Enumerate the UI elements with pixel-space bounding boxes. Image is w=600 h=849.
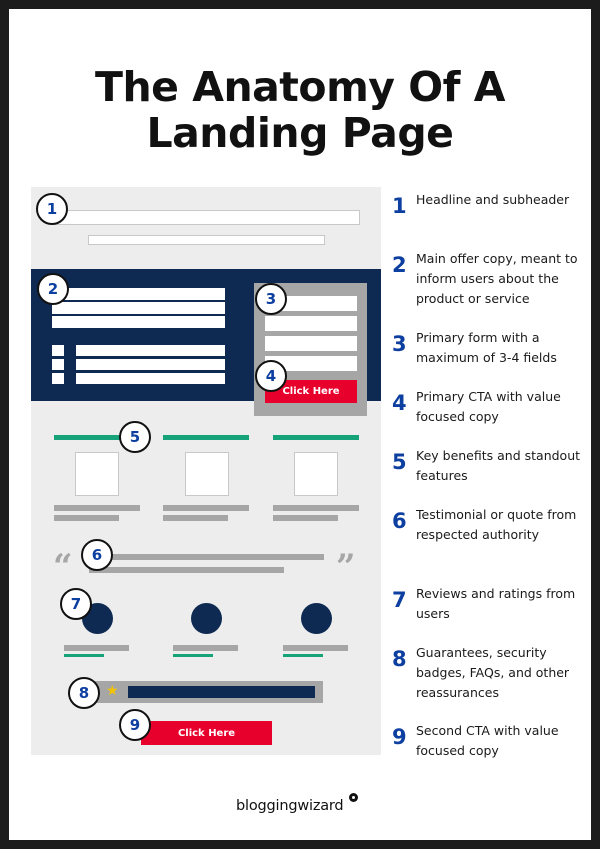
feature-image (75, 452, 119, 496)
review-rating-bar (64, 654, 104, 657)
legend-text: Main offer copy, meant to inform users a… (416, 251, 578, 306)
star-icon: ★ (106, 683, 119, 699)
bullet-box (52, 359, 64, 370)
legend-number: 1 (392, 194, 407, 218)
reviewer-avatar (191, 603, 222, 634)
testimonial-line (89, 554, 324, 560)
bullet-line (76, 359, 225, 370)
secondary-cta-button[interactable]: Click Here (141, 721, 272, 745)
close-quote-icon: ” (336, 547, 356, 587)
infographic-title: The Anatomy Of A Landing Page (0, 64, 600, 156)
marker-7: 7 (60, 588, 92, 620)
feature-text-line (54, 505, 140, 511)
bullet-line (76, 345, 225, 356)
legend-number: 2 (392, 253, 407, 277)
feature-image (185, 452, 229, 496)
feature-text-line (54, 515, 119, 521)
legend-number: 7 (392, 588, 407, 612)
review-rating-bar (173, 654, 213, 657)
testimonial-line (89, 567, 284, 573)
form-field[interactable] (265, 316, 357, 331)
logo-badge-icon (349, 793, 358, 802)
marker-3: 3 (255, 283, 287, 315)
legend-number: 5 (392, 450, 407, 474)
legend-number: 9 (392, 725, 407, 749)
offer-copy-line (52, 288, 225, 300)
marker-4: 4 (255, 360, 287, 392)
feature-text-line (273, 505, 359, 511)
feature-accent-bar (273, 435, 359, 440)
legend-number: 4 (392, 391, 407, 415)
feature-image (294, 452, 338, 496)
feature-accent-bar (163, 435, 249, 440)
legend-number: 3 (392, 332, 407, 356)
feature-text-line (163, 505, 249, 511)
legend-text: Second CTA with value focused copy (416, 723, 559, 758)
subheader-bar (88, 235, 325, 245)
marker-2: 2 (37, 273, 69, 305)
form-field[interactable] (265, 336, 357, 351)
offer-copy-line (52, 316, 225, 328)
offer-copy-line (52, 302, 225, 314)
review-rating-bar (283, 654, 323, 657)
title-line-2: Landing Page (146, 109, 454, 157)
review-text-line (64, 645, 129, 651)
legend-number: 6 (392, 509, 407, 533)
bullet-box (52, 373, 64, 384)
legend-text: Testimonial or quote from respected auth… (416, 507, 577, 542)
marker-9: 9 (119, 709, 151, 741)
bullet-box (52, 345, 64, 356)
review-text-line (283, 645, 348, 651)
legend-text: Reviews and ratings from users (416, 586, 576, 621)
open-quote-icon: “ (53, 547, 73, 587)
legend-text: Guarantees, security badges, FAQs, and o… (416, 645, 570, 700)
legend-text: Primary CTA with value focused copy (416, 389, 561, 424)
feature-text-line (163, 515, 228, 521)
feature-text-line (273, 515, 338, 521)
bloggingwizard-logo: bloggingwizard (236, 798, 344, 814)
reviewer-avatar (301, 603, 332, 634)
legend-text: Headline and subheader (416, 192, 570, 207)
marker-8: 8 (68, 677, 100, 709)
title-line-1: The Anatomy Of A (94, 63, 506, 111)
marker-1: 1 (36, 193, 68, 225)
bullet-line (76, 373, 225, 384)
legend-text: Key benefits and standout features (416, 448, 581, 483)
review-text-line (173, 645, 238, 651)
legend-number: 8 (392, 647, 407, 671)
landing-page-mockup: 1 2 Click Here 3 4 5 “ ” 6 7 ★ 8 Click H… (31, 187, 381, 755)
marker-6: 6 (81, 539, 113, 571)
marker-5: 5 (119, 421, 151, 453)
headline-bar (53, 210, 360, 225)
legend-text: Primary form with a maximum of 3-4 field… (416, 330, 557, 365)
trust-badge-strip (128, 686, 315, 698)
